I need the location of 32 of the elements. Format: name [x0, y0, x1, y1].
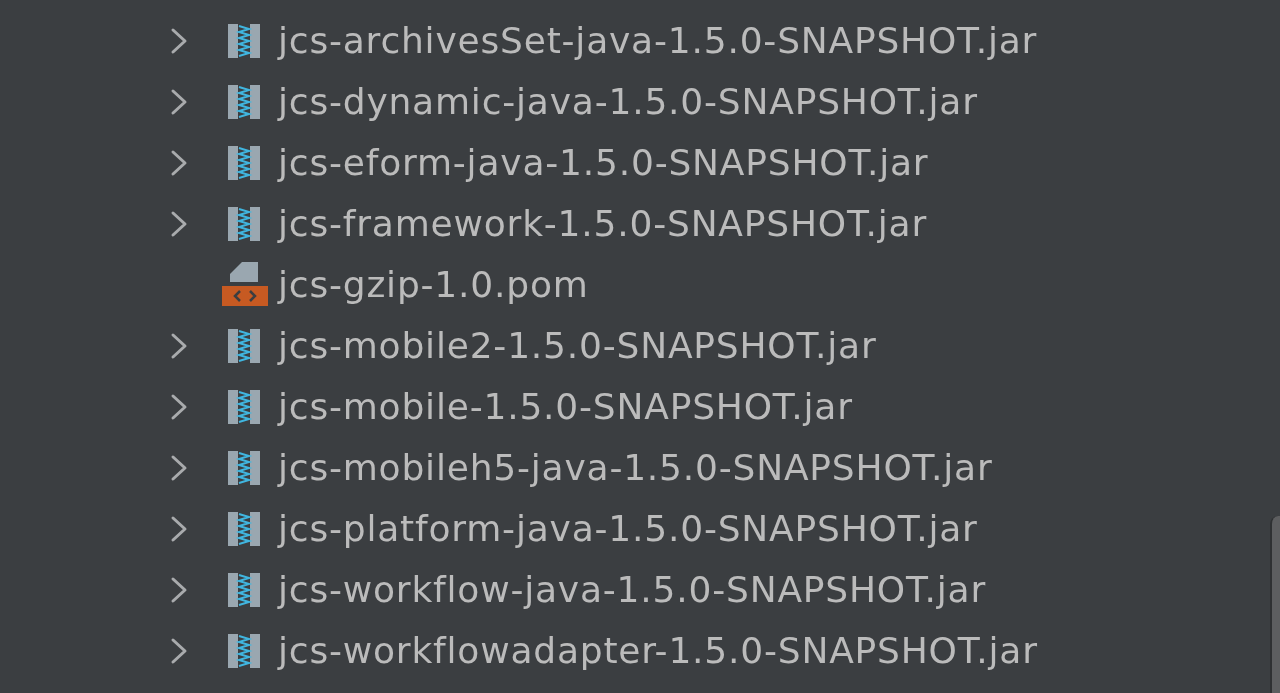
archive-icon [228, 389, 260, 424]
chevron-right-icon[interactable] [170, 453, 188, 482]
file-name[interactable]: jcs-archivesSet-java-1.5.0-SNAPSHOT.jar [278, 20, 1038, 61]
chevron-right-icon[interactable] [170, 575, 188, 604]
archive-icon [228, 511, 260, 546]
file-name[interactable]: jcs-workflowadapter-1.5.0-SNAPSHOT.jar [278, 630, 1038, 671]
chevron-right-icon[interactable] [170, 26, 188, 55]
file-name[interactable]: jcs-framework-1.5.0-SNAPSHOT.jar [278, 203, 927, 244]
file-name[interactable]: jcs-mobile2-1.5.0-SNAPSHOT.jar [278, 325, 877, 366]
archive-icon [228, 328, 260, 363]
file-name[interactable]: jcs-workflow-java-1.5.0-SNAPSHOT.jar [278, 569, 986, 610]
archive-icon [228, 23, 260, 58]
chevron-right-icon[interactable] [170, 87, 188, 116]
file-name[interactable]: jcs-mobile-1.5.0-SNAPSHOT.jar [278, 386, 853, 427]
file-name[interactable]: jcs-eform-java-1.5.0-SNAPSHOT.jar [278, 142, 929, 183]
archive-icon [228, 572, 260, 607]
archive-icon [228, 633, 260, 668]
chevron-right-icon[interactable] [170, 636, 188, 665]
chevron-right-icon[interactable] [170, 331, 188, 360]
chevron-right-icon[interactable] [170, 392, 188, 421]
file-name[interactable]: jcs-mobileh5-java-1.5.0-SNAPSHOT.jar [278, 447, 993, 488]
archive-icon [228, 145, 260, 180]
chevron-right-icon[interactable] [170, 209, 188, 238]
archive-icon [228, 84, 260, 119]
chevron-right-icon[interactable] [170, 514, 188, 543]
file-name[interactable]: jcs-gzip-1.0.pom [278, 264, 589, 305]
archive-icon [228, 206, 260, 241]
xml-file-icon [222, 261, 268, 308]
file-name[interactable]: jcs-dynamic-java-1.5.0-SNAPSHOT.jar [278, 81, 978, 122]
file-name[interactable]: jcs-platform-java-1.5.0-SNAPSHOT.jar [278, 508, 978, 549]
chevron-right-icon[interactable] [170, 148, 188, 177]
archive-icon [228, 450, 260, 485]
